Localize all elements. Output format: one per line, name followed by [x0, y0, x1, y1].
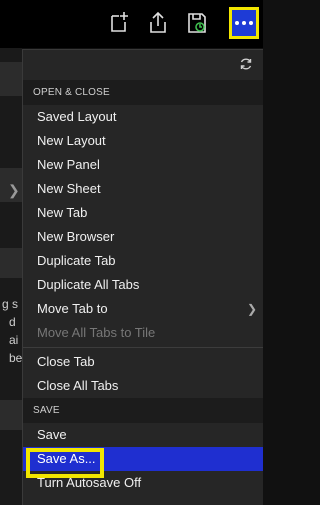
refresh-icon[interactable] — [239, 57, 253, 71]
menu-item-label: Save As... — [37, 451, 96, 466]
background-text: g s — [2, 297, 19, 311]
menu-item-label: New Browser — [37, 229, 115, 244]
dropdown-menu: OPEN & CLOSE Saved Layout New Layout New… — [22, 49, 263, 505]
menu-item-label: Duplicate All Tabs — [37, 277, 140, 292]
save-icon[interactable] — [184, 10, 210, 36]
section-header-open-close: OPEN & CLOSE — [23, 80, 263, 105]
menu-item-label: Saved Layout — [37, 109, 117, 124]
menu-top-bar — [23, 50, 263, 80]
menu-item-label: New Sheet — [37, 181, 101, 196]
background-text: be — [9, 351, 23, 365]
menu-item-move-all-tabs-to-tile: Move All Tabs to Tile — [23, 321, 263, 345]
menu-item-move-tab-to[interactable]: Move Tab to ❯ — [23, 297, 263, 321]
chevron-right-icon: ❯ — [246, 302, 257, 316]
menu-item-label: Move All Tabs to Tile — [37, 325, 156, 340]
section-header-save: SAVE — [23, 398, 263, 423]
menu-item-saved-layout[interactable]: Saved Layout — [23, 105, 263, 129]
menu-item-new-sheet[interactable]: New Sheet — [23, 177, 263, 201]
menu-item-new-layout[interactable]: New Layout — [23, 129, 263, 153]
toolbar — [0, 0, 263, 48]
menu-item-label: Close Tab — [37, 354, 95, 369]
new-window-icon[interactable] — [106, 10, 132, 36]
menu-item-label: New Panel — [37, 157, 100, 172]
menu-item-new-tab[interactable]: New Tab — [23, 201, 263, 225]
menu-item-turn-autosave-off[interactable]: Turn Autosave Off — [23, 471, 263, 495]
menu-item-save[interactable]: Save — [23, 423, 263, 447]
menu-item-save-as[interactable]: Save As... — [23, 447, 263, 478]
background-band — [0, 248, 22, 278]
menu-item-close-tab[interactable]: Close Tab — [23, 350, 263, 374]
menu-item-new-browser[interactable]: New Browser — [23, 225, 263, 249]
menu-item-label: Save — [37, 427, 67, 442]
menu-item-label: Close All Tabs — [37, 378, 119, 393]
background-panel: ❯ g s d ai be — [0, 0, 22, 505]
menu-divider — [23, 347, 263, 348]
menu-item-duplicate-all-tabs[interactable]: Duplicate All Tabs — [23, 273, 263, 297]
background-text: d — [9, 315, 16, 329]
background-band — [0, 62, 22, 96]
menu-item-label: Turn Autosave Off — [37, 475, 142, 490]
background-band — [0, 400, 22, 430]
more-icon — [235, 21, 253, 25]
share-icon[interactable] — [145, 10, 171, 36]
background-text: ai — [9, 333, 19, 347]
chevron-right-icon: ❯ — [8, 182, 20, 198]
menu-item-close-all-tabs[interactable]: Close All Tabs — [23, 374, 263, 398]
menu-item-new-panel[interactable]: New Panel — [23, 153, 263, 177]
more-options-button[interactable] — [229, 7, 259, 39]
menu-item-label: Move Tab to — [37, 301, 108, 316]
menu-item-duplicate-tab[interactable]: Duplicate Tab — [23, 249, 263, 273]
menu-item-label: New Tab — [37, 205, 88, 220]
menu-item-label: Duplicate Tab — [37, 253, 116, 268]
menu-item-label: New Layout — [37, 133, 106, 148]
